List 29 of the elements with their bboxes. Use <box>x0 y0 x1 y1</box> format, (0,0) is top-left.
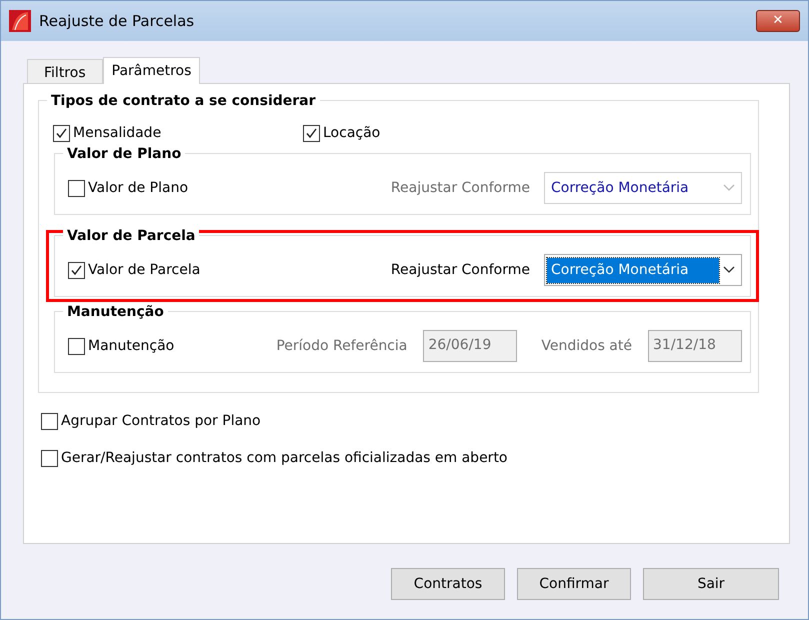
checkbox-label[interactable]: Manutenção <box>88 336 174 356</box>
dialog-button[interactable]: Confirmar <box>517 568 631 600</box>
dialog-button[interactable]: Contratos <box>391 568 505 600</box>
close-button[interactable]: ✕ <box>756 10 800 32</box>
dialog-button[interactable]: Sair <box>643 568 779 600</box>
checkbox-label[interactable]: Valor de Plano <box>88 178 188 198</box>
checkbox[interactable] <box>53 125 70 142</box>
checkbox-label[interactable]: Agrupar Contratos por Plano <box>61 411 261 432</box>
checkbox[interactable] <box>41 413 58 430</box>
checkbox[interactable] <box>68 338 85 354</box>
checkbox[interactable] <box>68 180 85 196</box>
field-label: Vendidos até <box>541 336 632 356</box>
field-label: Reajustar Conforme <box>390 178 530 198</box>
checkbox-label[interactable]: Locação <box>323 123 380 144</box>
checkbox[interactable] <box>303 125 320 142</box>
field-label: Período Referência <box>276 336 408 356</box>
field-label: Reajustar Conforme <box>390 260 530 280</box>
checkbox[interactable] <box>41 450 58 467</box>
caret-icon <box>723 184 735 192</box>
checkbox[interactable] <box>68 262 85 278</box>
app-logo-icon <box>9 10 31 32</box>
tab[interactable]: Filtros <box>27 59 103 83</box>
tab[interactable]: Parâmetros <box>102 57 200 84</box>
dropdown[interactable]: Correção Monetária <box>544 254 742 286</box>
window-title: Reajuste de Parcelas <box>39 10 194 32</box>
checkbox-label[interactable]: Valor de Parcela <box>88 260 200 280</box>
checkbox-label[interactable]: Mensalidade <box>73 123 162 144</box>
caret-icon <box>723 266 735 274</box>
checkbox-label[interactable]: Gerar/Reajustar contratos com parcelas oficializadas em aberto <box>61 448 508 469</box>
